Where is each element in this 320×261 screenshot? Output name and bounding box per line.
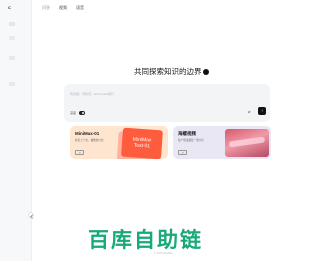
model-card-minimax[interactable]: MiniMax-01 超长上下文，极致性价比 ↗ MiniMax Text-01 [70, 126, 168, 159]
card-description: 每个想法都是一部大片 [178, 139, 204, 142]
prompt-placeholder[interactable]: 有问题，尽管问，shift+enter换行 [70, 92, 114, 96]
brand-dot-icon [202, 68, 209, 75]
nav-item-qa[interactable]: 问答 [42, 5, 50, 11]
settings-icon[interactable] [9, 82, 15, 86]
send-button[interactable]: ↑ [258, 107, 266, 115]
sidebar: C [0, 0, 32, 261]
collapse-sidebar-button[interactable] [28, 212, 34, 218]
history-icon[interactable] [9, 36, 15, 40]
deep-think-toggle[interactable] [79, 111, 85, 115]
card-title: 海螺视频 [178, 131, 196, 136]
footer-text: © 2025 MiniMax [154, 252, 173, 255]
card-open-button[interactable]: ↗ [178, 150, 187, 155]
card-hero-image [225, 129, 269, 157]
card-hero-text: MiniMax Text-01 [132, 136, 152, 150]
page-title: 共同探索知识的边界 [134, 66, 209, 77]
card-title: MiniMax-01 [75, 131, 100, 136]
app-logo[interactable]: C [8, 5, 11, 10]
nav-item-voice[interactable]: 语音 [76, 5, 84, 11]
top-nav: 问答 视频 语音 [42, 5, 84, 11]
prompt-box[interactable]: 有问题，尽管问，shift+enter换行 深度 ⌀ ↑ [64, 84, 270, 122]
model-card-hailuo-video[interactable]: 海螺视频 每个想法都是一部大片 ↗ [173, 126, 271, 159]
card-description: 超长上下文，极致性价比 [75, 139, 104, 142]
card-hero-image: MiniMax Text-01 [121, 127, 163, 159]
nav-item-video[interactable]: 视频 [59, 5, 67, 11]
paperclip-icon[interactable]: ⌀ [248, 109, 250, 114]
page-title-text: 共同探索知识的边界 [134, 67, 202, 76]
new-chat-icon[interactable] [9, 22, 15, 26]
watermark: 百库自助链 [88, 229, 203, 252]
discover-icon[interactable] [9, 56, 15, 60]
card-open-button[interactable]: ↗ [75, 150, 84, 155]
deep-think-label: 深度 [70, 111, 77, 115]
